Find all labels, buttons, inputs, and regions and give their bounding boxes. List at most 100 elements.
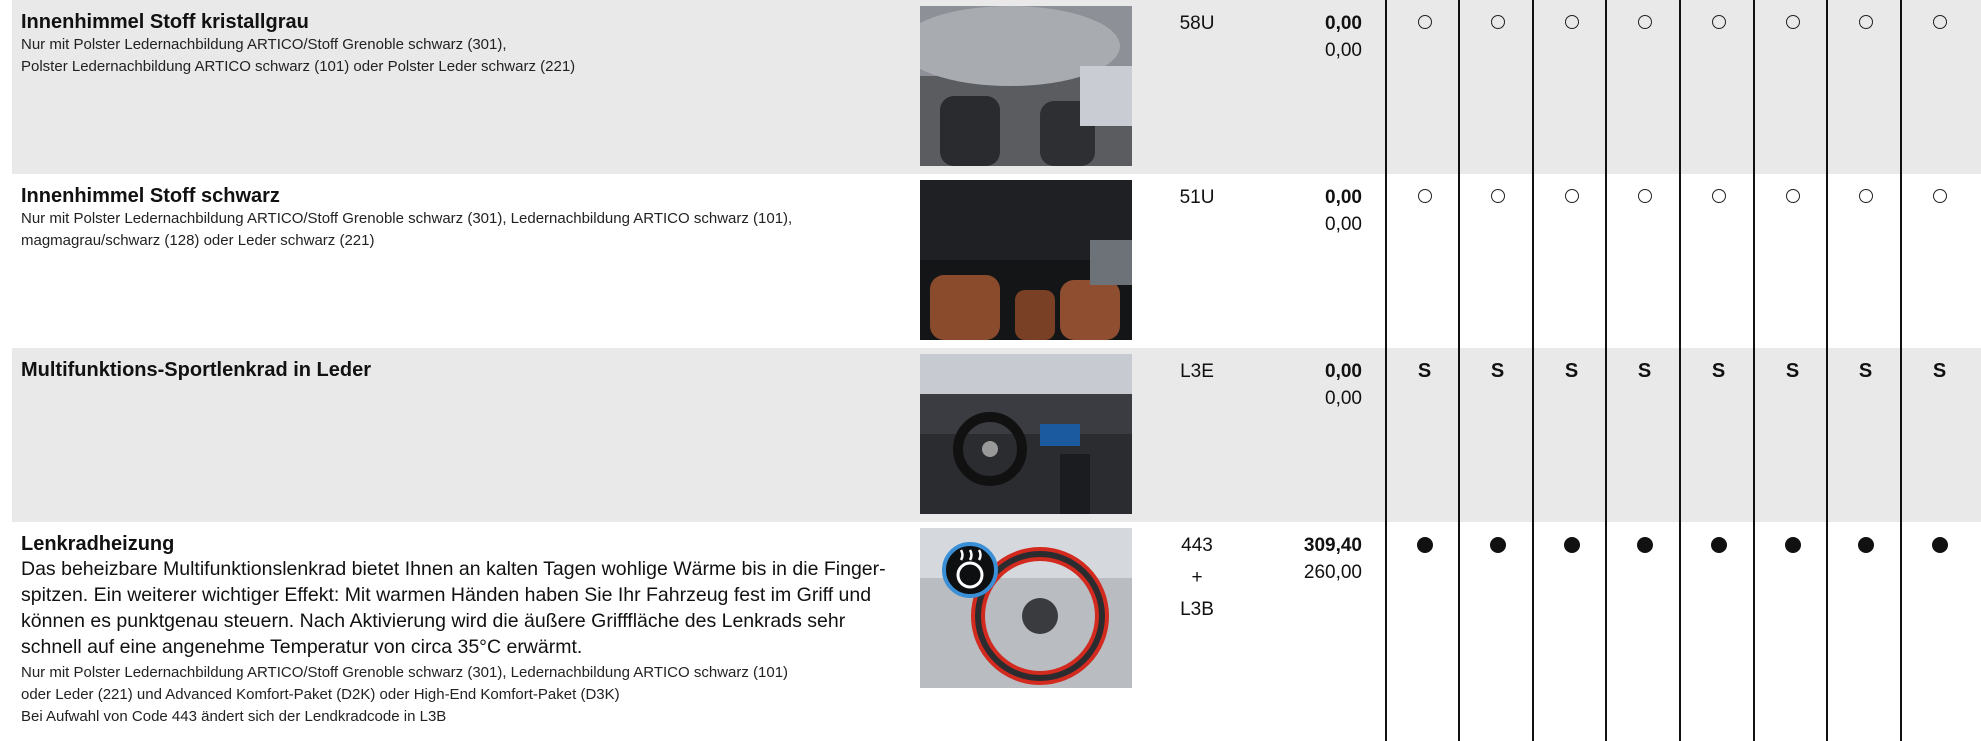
black-headliner-interior-photo — [920, 180, 1132, 340]
column-divider — [1385, 0, 1387, 174]
item-title: Innenhimmel Stoff kristallgrau — [21, 11, 309, 33]
optional-marker — [1535, 184, 1608, 211]
filled-dot-icon — [1710, 537, 1727, 553]
circle-outline-icon — [1490, 15, 1505, 29]
option-code: L3E — [1167, 358, 1227, 385]
option-code-line: + — [1191, 567, 1203, 588]
standard-marker: S — [1785, 360, 1800, 382]
price-net: 0,00 — [1325, 388, 1362, 409]
table-row: Lenkradheizung Das beheizbare Multifunkti… — [12, 522, 1981, 741]
filled-dot-icon — [1416, 537, 1433, 553]
column-divider — [1385, 174, 1387, 348]
option-code-line: 51U — [1179, 187, 1215, 208]
optional-marker — [1535, 10, 1608, 37]
optional-marker — [1388, 184, 1461, 211]
circle-outline-icon — [1932, 15, 1947, 29]
optional-marker — [1682, 184, 1755, 211]
available-marker — [1903, 532, 1976, 561]
optional-marker — [1903, 184, 1976, 211]
filled-dot-icon — [1931, 537, 1948, 553]
cockpit-interior-photo — [920, 354, 1132, 514]
option-code-line: L3E — [1180, 361, 1214, 382]
standard-marker: S — [1932, 360, 1947, 382]
option-code-line: L3B — [1180, 599, 1214, 620]
table-row: Innenhimmel Stoff kristallgrau Nur mit Po… — [12, 0, 1981, 174]
option-code-line: 443 — [1181, 535, 1213, 556]
item-title: Innenhimmel Stoff schwarz — [21, 185, 280, 207]
available-marker — [1388, 532, 1461, 561]
price-gross: 0,00 — [1325, 361, 1362, 382]
available-marker — [1535, 532, 1608, 561]
optional-marker — [1829, 10, 1902, 37]
option-code-line: 58U — [1179, 13, 1215, 34]
optional-marker — [1903, 10, 1976, 37]
available-marker — [1829, 532, 1902, 561]
circle-outline-icon — [1417, 189, 1432, 203]
item-note: Nur mit Polster Ledernachbildung ARTICO/… — [21, 664, 789, 681]
item-description: Innenhimmel Stoff kristallgrau Nur mit Po… — [21, 10, 911, 78]
item-note: Polster Ledernachbildung ARTICO schwarz … — [21, 58, 576, 75]
item-note: Nur mit Polster Ledernachbildung ARTICO/… — [21, 36, 507, 53]
item-note: Nur mit Polster Ledernachbildung ARTICO/… — [21, 210, 793, 227]
standard-marker: S — [1637, 360, 1652, 382]
optional-marker — [1608, 10, 1681, 37]
option-code: 443 + L3B — [1167, 532, 1227, 623]
item-description: Innenhimmel Stoff schwarz Nur mit Polster… — [21, 184, 911, 252]
item-note: oder Leder (221) und Advanced Komfort-Pa… — [21, 686, 620, 703]
item-note: Bei Aufwahl von Code 443 ändert sich der… — [21, 708, 447, 725]
circle-outline-icon — [1858, 15, 1873, 29]
filled-dot-icon — [1857, 537, 1874, 553]
optional-marker — [1756, 184, 1829, 211]
standard-marker: S — [1564, 360, 1579, 382]
column-divider — [1385, 348, 1387, 522]
circle-outline-icon — [1711, 189, 1726, 203]
circle-outline-icon — [1417, 15, 1432, 29]
option-code: 51U — [1167, 184, 1227, 211]
optional-marker — [1461, 184, 1534, 211]
table-row: Innenhimmel Stoff schwarz Nur mit Polster… — [12, 174, 1981, 348]
price-cell: 309,40 260,00 — [1257, 532, 1362, 586]
available-marker — [1608, 532, 1681, 561]
circle-outline-icon — [1785, 15, 1800, 29]
standard-marker: S — [1490, 360, 1505, 382]
option-code: 58U — [1167, 10, 1227, 37]
item-description-line: Das beheizbare Multifunktionslenkrad bie… — [21, 558, 886, 580]
filled-dot-icon — [1563, 537, 1580, 553]
price-gross: 0,00 — [1325, 13, 1362, 34]
standard-marker: S — [1417, 360, 1432, 382]
item-title: Multifunktions-Sportlenkrad in Leder — [21, 359, 372, 381]
item-note: magmagrau/schwarz (128) oder Leder schwa… — [21, 232, 375, 249]
item-description-line: können es punktgenau steuern. Nach Aktiv… — [21, 610, 846, 632]
circle-outline-icon — [1637, 189, 1652, 203]
price-cell: 0,00 0,00 — [1257, 358, 1362, 412]
price-gross: 309,40 — [1303, 535, 1362, 556]
price-gross: 0,00 — [1325, 187, 1362, 208]
item-description-line: schnell auf eine angenehme Temperatur vo… — [21, 636, 583, 658]
filled-dot-icon — [1784, 537, 1801, 553]
standard-marker: S — [1711, 360, 1726, 382]
item-description-line: spitzen. Ein weiterer wichtiger Effekt: … — [21, 584, 872, 606]
optional-marker — [1829, 184, 1902, 211]
circle-outline-icon — [1564, 189, 1579, 203]
circle-outline-icon — [1564, 15, 1579, 29]
optional-marker — [1461, 10, 1534, 37]
item-title: Lenkradheizung — [21, 533, 175, 555]
optional-marker — [1608, 184, 1681, 211]
circle-outline-icon — [1785, 189, 1800, 203]
optional-marker — [1388, 10, 1461, 37]
table-row: Multifunktions-Sportlenkrad in Leder L3E 0… — [12, 348, 1981, 522]
price-net: 0,00 — [1325, 214, 1362, 235]
item-description: Lenkradheizung Das beheizbare Multifunkti… — [21, 532, 911, 728]
circle-outline-icon — [1711, 15, 1726, 29]
filled-dot-icon — [1489, 537, 1506, 553]
standard-marker: S — [1858, 360, 1873, 382]
optional-marker — [1756, 10, 1829, 37]
heated-steering-wheel-photo — [920, 528, 1132, 688]
circle-outline-icon — [1490, 189, 1505, 203]
circle-outline-icon — [1858, 189, 1873, 203]
item-description: Multifunktions-Sportlenkrad in Leder — [21, 358, 911, 382]
price-net: 260,00 — [1303, 562, 1362, 583]
filled-dot-icon — [1636, 537, 1653, 553]
circle-outline-icon — [1932, 189, 1947, 203]
price-cell: 0,00 0,00 — [1257, 10, 1362, 64]
